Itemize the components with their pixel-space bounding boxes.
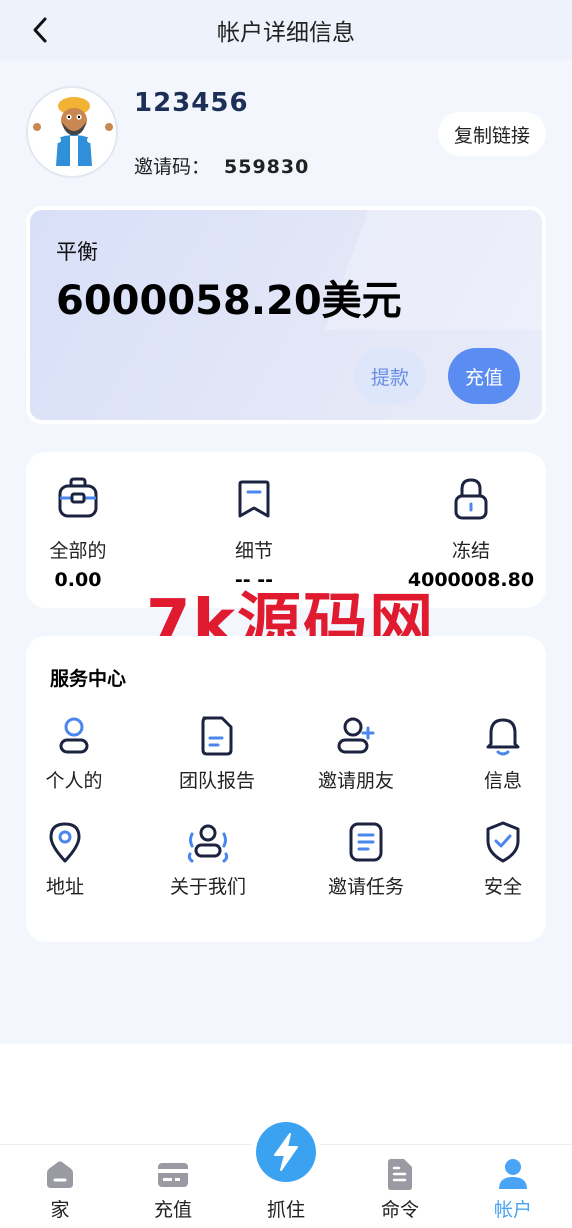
tab-label: 充值 — [153, 1199, 192, 1221]
service-label: 安全 — [483, 876, 522, 898]
profile-section: 123456 邀请码： 559830 复制链接 — [26, 86, 546, 186]
person-icon — [52, 714, 96, 758]
service-label: 团队报告 — [178, 770, 255, 792]
service-center-title: 服务中心 — [50, 668, 127, 690]
service-invite-tasks[interactable]: 邀请任务 — [301, 820, 431, 899]
bottom-tab-bar: 家 充值 抓住 命令 帐户 — [0, 1117, 572, 1228]
tab-grab[interactable] — [251, 1117, 321, 1187]
tab-account[interactable]: 帐户 — [473, 1157, 553, 1222]
avatar-illustration — [28, 88, 116, 176]
withdraw-button[interactable]: 提款 — [354, 348, 426, 404]
bookmark-icon — [232, 476, 276, 522]
username: 123456 — [134, 88, 249, 118]
location-icon — [43, 820, 87, 864]
bell-icon — [481, 714, 525, 758]
home-icon — [43, 1157, 77, 1191]
lock-icon — [449, 476, 493, 522]
task-icon — [344, 820, 388, 864]
service-label: 关于我们 — [169, 876, 246, 898]
balance-card: 平衡 6000058.20美元 提款 充值 — [26, 206, 546, 424]
tab-label: 命令 — [380, 1199, 419, 1221]
service-messages[interactable]: 信息 — [438, 714, 568, 793]
invite-code-value: 559830 — [224, 156, 310, 178]
service-personal[interactable]: 个人的 — [9, 714, 139, 793]
invite-code-row: 邀请码： 559830 — [134, 152, 309, 179]
balance-panel: 平衡 6000058.20美元 提款 充值 — [30, 210, 542, 420]
copy-link-button[interactable]: 复制链接 — [437, 112, 546, 156]
tab-label: 家 — [50, 1199, 70, 1221]
service-label: 邀请朋友 — [317, 770, 394, 792]
avatar[interactable] — [26, 86, 118, 178]
about-us-icon — [186, 820, 230, 864]
chevron-left-icon — [33, 17, 47, 43]
stat-value: 0.00 — [54, 569, 102, 591]
service-address[interactable]: 地址 — [0, 820, 130, 899]
stat-total[interactable]: 全部的 0.00 — [34, 476, 122, 591]
stat-label: 全部的 — [49, 540, 107, 562]
service-label: 个人的 — [45, 770, 103, 792]
service-about-us[interactable]: 关于我们 — [143, 820, 273, 899]
user-icon — [496, 1157, 530, 1191]
document-icon — [383, 1157, 417, 1191]
invite-code-label: 邀请码： — [134, 156, 211, 178]
recharge-button[interactable]: 充值 — [448, 348, 520, 404]
tab-home[interactable]: 家 — [20, 1157, 100, 1222]
lightning-icon — [256, 1122, 316, 1182]
report-icon — [195, 714, 239, 758]
shield-icon — [481, 820, 525, 864]
page-title: 帐户详细信息 — [217, 20, 355, 46]
back-button[interactable] — [24, 14, 56, 46]
service-center-card: 服务中心 个人的 团队报告 邀请朋友 信息 地址 关于我们 邀请任务 安全 — [26, 636, 546, 942]
stat-label: 细节 — [234, 540, 273, 562]
card-icon — [156, 1157, 190, 1191]
tab-grab-label: 抓住 — [266, 1199, 305, 1221]
add-friend-icon — [334, 714, 378, 758]
balance-label: 平衡 — [56, 240, 98, 264]
tab-orders[interactable]: 命令 — [360, 1157, 440, 1222]
service-label: 地址 — [45, 876, 84, 898]
header: 帐户详细信息 — [0, 0, 572, 60]
stat-label: 冻结 — [451, 540, 490, 562]
tab-recharge[interactable]: 充值 — [133, 1157, 213, 1222]
briefcase-icon — [56, 476, 100, 522]
balance-amount: 6000058.20美元 — [56, 278, 402, 324]
tab-label: 帐户 — [493, 1199, 532, 1221]
service-invite-friends[interactable]: 邀请朋友 — [291, 714, 421, 793]
service-team-report[interactable]: 团队报告 — [152, 714, 282, 793]
service-label: 邀请任务 — [327, 876, 404, 898]
service-label: 信息 — [483, 770, 522, 792]
service-security[interactable]: 安全 — [438, 820, 568, 899]
